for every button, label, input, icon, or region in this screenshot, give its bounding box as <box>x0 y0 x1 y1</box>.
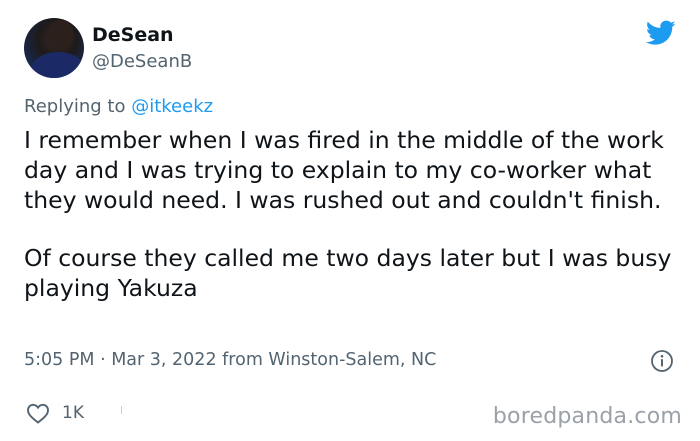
author-handle[interactable]: @DeSeanB <box>92 51 192 73</box>
heart-icon <box>27 403 49 424</box>
tweet-paragraph: I remember when I was fired in the middl… <box>24 126 664 214</box>
source-watermark: boredpanda.com <box>492 404 682 429</box>
tweet-card: DeSean @DeSeanB Replying to @itkeekz I r… <box>0 0 700 441</box>
tweet-timestamp[interactable]: 5:05 PM · Mar 3, 2022 from Winston-Salem… <box>24 349 436 371</box>
avatar[interactable] <box>24 18 84 78</box>
info-icon[interactable] <box>650 349 674 373</box>
twitter-bird-icon[interactable] <box>646 20 676 46</box>
avatar-shoulders <box>30 52 84 78</box>
replying-to-label: Replying to <box>24 96 132 117</box>
reply-mention-link[interactable]: @itkeekz <box>131 96 213 117</box>
author-name[interactable]: DeSean <box>92 24 174 46</box>
tweet-body: I remember when I was fired in the middl… <box>24 125 674 303</box>
replying-to-line: Replying to @itkeekz <box>24 96 213 118</box>
action-separator <box>121 406 122 414</box>
tweet-paragraph: Of course they called me two days later … <box>24 244 672 302</box>
avatar-head <box>48 20 74 50</box>
like-count: 1K <box>62 403 84 423</box>
like-button[interactable]: 1K <box>26 400 84 426</box>
divider <box>24 388 676 389</box>
